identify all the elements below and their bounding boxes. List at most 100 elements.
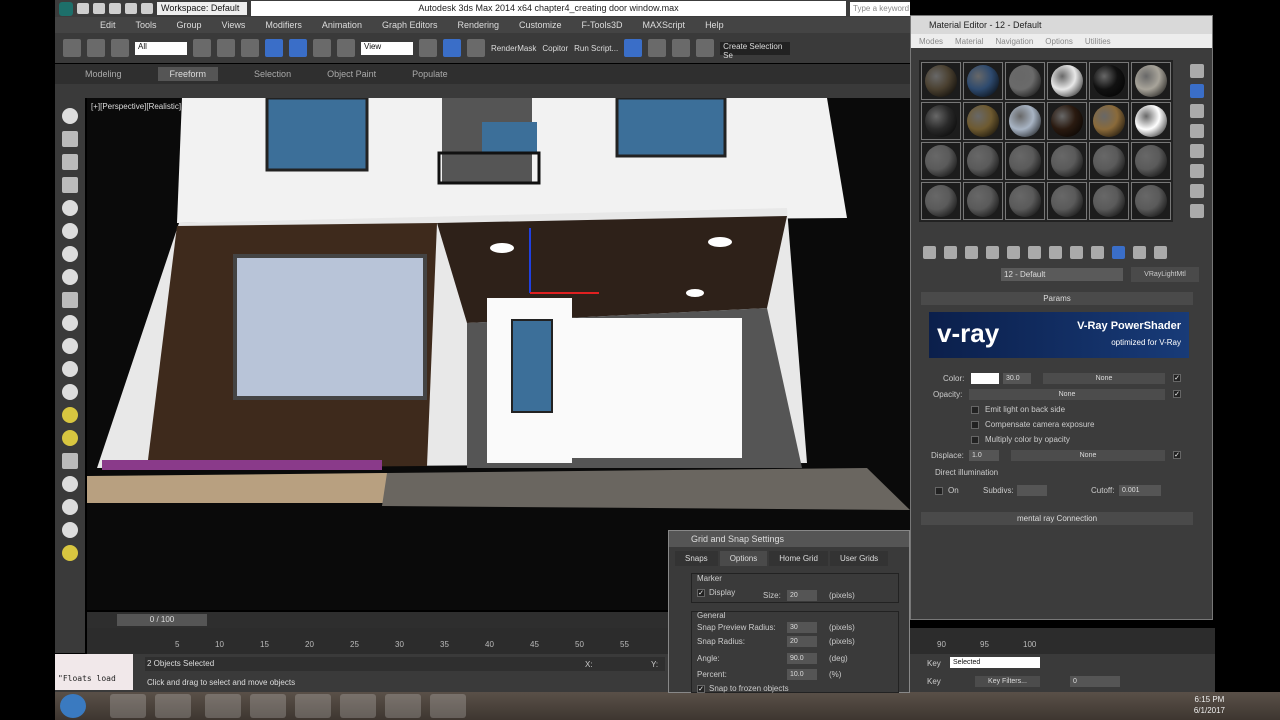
rect-selection-icon[interactable] bbox=[241, 39, 259, 57]
material-slot[interactable] bbox=[921, 142, 961, 180]
start-button[interactable] bbox=[60, 694, 86, 718]
material-slot[interactable] bbox=[963, 62, 1003, 100]
material-slot[interactable] bbox=[1131, 182, 1171, 220]
torus-icon[interactable] bbox=[62, 430, 78, 446]
link-icon[interactable] bbox=[63, 39, 81, 57]
material-slot[interactable] bbox=[1047, 62, 1087, 100]
chrome-icon[interactable] bbox=[155, 694, 191, 718]
material-slot[interactable] bbox=[1005, 142, 1045, 180]
pivot-icon[interactable] bbox=[419, 39, 437, 57]
material-slot[interactable] bbox=[1005, 62, 1045, 100]
menu-edit[interactable]: Edit bbox=[100, 20, 116, 30]
material-slot[interactable] bbox=[1131, 62, 1171, 100]
menu-group[interactable]: Group bbox=[177, 20, 202, 30]
spinner-snap-icon[interactable] bbox=[672, 39, 691, 57]
teapot-icon[interactable] bbox=[62, 108, 78, 124]
computer-icon[interactable] bbox=[205, 694, 241, 718]
snap-frozen-checkbox[interactable]: ✓ bbox=[697, 685, 705, 693]
run-script-button[interactable]: Run Script... bbox=[574, 44, 618, 53]
rotate-icon[interactable] bbox=[313, 39, 331, 57]
clock[interactable]: 6:15 PM 6/1/2017 bbox=[1194, 694, 1225, 716]
eye-icon[interactable] bbox=[62, 361, 78, 377]
list-icon[interactable] bbox=[62, 154, 78, 170]
options-icon[interactable] bbox=[1190, 184, 1204, 198]
menu-maxscript[interactable]: MAXScript bbox=[643, 20, 686, 30]
menu-ftools3d[interactable]: F-Tools3D bbox=[582, 20, 623, 30]
material-slot[interactable] bbox=[963, 182, 1003, 220]
put-to-scene-icon[interactable] bbox=[944, 246, 957, 259]
undo-icon[interactable] bbox=[125, 3, 137, 14]
opacity-checkbox[interactable]: ✓ bbox=[1173, 390, 1181, 398]
show-map-icon[interactable] bbox=[1091, 246, 1104, 259]
panel-icon[interactable] bbox=[62, 177, 78, 193]
percent-snap-icon[interactable] bbox=[648, 39, 667, 57]
material-slot[interactable] bbox=[1131, 142, 1171, 180]
sphere-icon[interactable] bbox=[62, 338, 78, 354]
mental-ray-rollout[interactable]: mental ray Connection bbox=[921, 512, 1193, 525]
material-slot[interactable] bbox=[921, 102, 961, 140]
emit-back-checkbox[interactable] bbox=[971, 406, 979, 414]
maxscript-listener[interactable]: "Floats load bbox=[55, 654, 133, 690]
menu-utilities[interactable]: Utilities bbox=[1085, 37, 1111, 46]
snap-radius-input[interactable]: 20 bbox=[787, 636, 817, 647]
app2-icon[interactable] bbox=[430, 694, 466, 718]
viewport-label[interactable]: [+][Perspective][Realistic] bbox=[91, 102, 181, 111]
material-slot[interactable] bbox=[921, 182, 961, 220]
scale-icon[interactable] bbox=[337, 39, 355, 57]
material-slot[interactable] bbox=[921, 62, 961, 100]
redo-icon[interactable] bbox=[141, 3, 153, 14]
select-by-material-icon[interactable] bbox=[1190, 204, 1204, 218]
spacewarp-icon[interactable] bbox=[62, 269, 78, 285]
displace-checkbox[interactable]: ✓ bbox=[1173, 451, 1181, 459]
assign-icon[interactable] bbox=[965, 246, 978, 259]
color-map-button[interactable]: None bbox=[1043, 373, 1165, 384]
edit-named-selection-icon[interactable] bbox=[696, 39, 715, 57]
leaf-icon[interactable] bbox=[62, 545, 78, 561]
angle-input[interactable]: 90.0 bbox=[787, 653, 817, 664]
new-icon[interactable] bbox=[77, 3, 89, 14]
key-filters-button[interactable]: Key Filters... bbox=[975, 676, 1040, 687]
frame-input[interactable]: 0 bbox=[1070, 676, 1120, 687]
manipulate-icon[interactable] bbox=[443, 39, 461, 57]
plane-icon[interactable] bbox=[62, 292, 78, 308]
globe-icon[interactable] bbox=[62, 522, 78, 538]
key-mode-dropdown[interactable]: Selected bbox=[950, 657, 1040, 668]
light-icon[interactable] bbox=[62, 200, 78, 216]
3dsmax-icon[interactable] bbox=[340, 694, 376, 718]
menu-rendering[interactable]: Rendering bbox=[457, 20, 499, 30]
material-slot[interactable] bbox=[1005, 102, 1045, 140]
tab-snaps[interactable]: Snaps bbox=[675, 551, 718, 566]
go-sibling-icon[interactable] bbox=[1154, 246, 1167, 259]
material-slot[interactable] bbox=[1047, 182, 1087, 220]
material-slot[interactable] bbox=[963, 102, 1003, 140]
tab-user-grids[interactable]: User Grids bbox=[829, 551, 889, 566]
unlink-icon[interactable] bbox=[87, 39, 105, 57]
menu-tools[interactable]: Tools bbox=[136, 20, 157, 30]
explorer-icon[interactable] bbox=[250, 694, 286, 718]
subdivs-input[interactable] bbox=[1017, 485, 1047, 496]
selection-filter-dropdown[interactable]: All bbox=[135, 41, 187, 55]
cutoff-input[interactable]: 0.001 bbox=[1119, 485, 1161, 496]
save-icon[interactable] bbox=[109, 3, 121, 14]
menu-modes[interactable]: Modes bbox=[919, 37, 943, 46]
id-channel-icon[interactable] bbox=[1070, 246, 1083, 259]
tab-options[interactable]: Options bbox=[719, 551, 768, 566]
material-slot[interactable] bbox=[963, 142, 1003, 180]
cone-icon[interactable] bbox=[62, 384, 78, 400]
direct-on-checkbox[interactable] bbox=[935, 487, 943, 495]
video-color-icon[interactable] bbox=[1190, 144, 1204, 158]
tab-modeling[interactable]: Modeling bbox=[85, 69, 122, 79]
material-type-button[interactable]: VRayLightMtl bbox=[1131, 267, 1199, 282]
ie-icon[interactable] bbox=[110, 694, 146, 718]
app-logo-icon[interactable] bbox=[59, 1, 73, 16]
menu-views[interactable]: Views bbox=[222, 20, 246, 30]
tab-selection[interactable]: Selection bbox=[254, 69, 291, 79]
track-bar[interactable]: 5 10 15 20 25 30 35 40 45 50 55 90 95 10… bbox=[87, 628, 1215, 654]
percent-input[interactable]: 10.0 bbox=[787, 669, 817, 680]
color-multiplier[interactable]: 30.0 bbox=[1003, 373, 1031, 384]
uv-tiling-icon[interactable] bbox=[1190, 124, 1204, 138]
window-crossing-icon[interactable] bbox=[265, 39, 283, 57]
time-slider-handle[interactable]: 0 / 100 bbox=[117, 614, 207, 626]
get-material-icon[interactable] bbox=[923, 246, 936, 259]
material-slot[interactable] bbox=[1131, 102, 1171, 140]
